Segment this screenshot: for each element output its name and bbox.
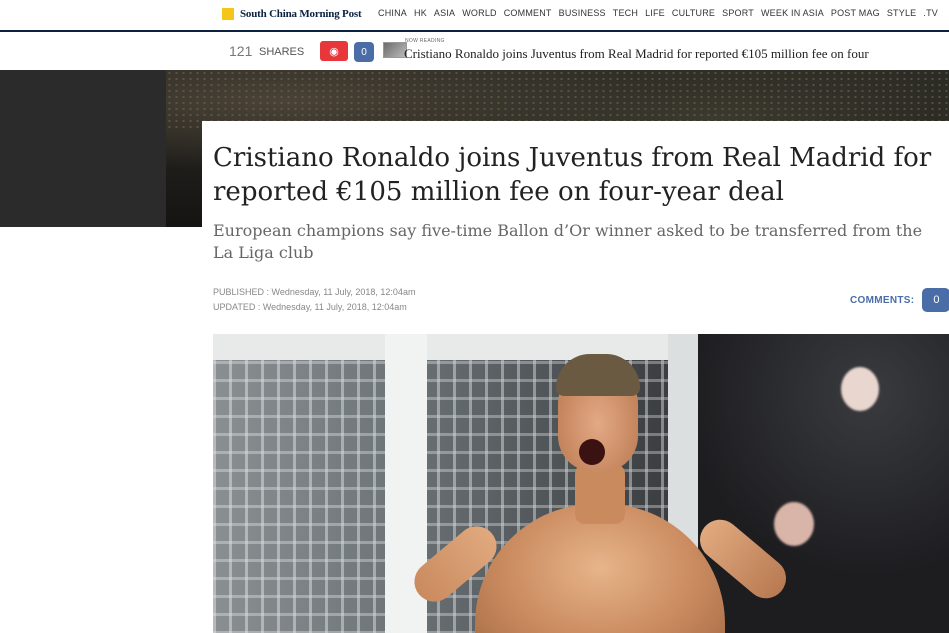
nav-link-tech[interactable]: TECH (613, 8, 638, 18)
stadium-light (841, 367, 879, 411)
updated-date: UPDATED : Wednesday, 11 July, 2018, 12:0… (213, 302, 407, 312)
nav-link-asia[interactable]: ASIA (434, 8, 455, 18)
article-subheadline: European champions say five-time Ballon … (213, 221, 923, 262)
nav-link-sport[interactable]: SPORT (722, 8, 754, 18)
nav-link-style[interactable]: STYLE (887, 8, 917, 18)
comments-count-button[interactable]: 0 (922, 288, 949, 312)
comments-widget[interactable]: COMMENTS: 0 (850, 288, 949, 312)
share-bar: 121 SHARES ◉ 0 NOW READING Cristiano Ron… (0, 32, 949, 71)
now-reading-title[interactable]: Cristiano Ronaldo joins Juventus from Re… (404, 46, 869, 62)
scmp-logo-icon (222, 8, 234, 20)
nav-link-comment[interactable]: COMMENT (504, 8, 552, 18)
published-date: PUBLISHED : Wednesday, 11 July, 2018, 12… (213, 287, 416, 297)
shares-count: 121 (229, 43, 253, 59)
comments-label[interactable]: COMMENTS: (850, 295, 914, 306)
share-comment-count[interactable]: 0 (354, 42, 374, 62)
weibo-icon: ◉ (329, 45, 339, 58)
nav-link-week-in-asia[interactable]: WEEK IN ASIA (761, 8, 824, 18)
player-neck (575, 464, 625, 524)
goal-crossbar (213, 334, 693, 360)
brand-name: South China Morning Post (240, 8, 362, 20)
article-headline: Cristiano Ronaldo joins Juventus from Re… (213, 143, 932, 207)
player-mouth (579, 439, 605, 465)
left-dark-panel (0, 70, 166, 227)
nav-link-culture[interactable]: CULTURE (672, 8, 715, 18)
nav-link-hk[interactable]: HK (414, 8, 427, 18)
brand-logo[interactable]: South China Morning Post (222, 8, 362, 20)
section-links: CHINA HK ASIA WORLD COMMENT BUSINESS TEC… (378, 8, 938, 18)
nav-link-business[interactable]: BUSINESS (559, 8, 606, 18)
nav-link-tv[interactable]: .TV (923, 8, 938, 18)
article-card: Cristiano Ronaldo joins Juventus from Re… (202, 121, 949, 633)
nav-link-world[interactable]: WORLD (462, 8, 497, 18)
nav-link-life[interactable]: LIFE (645, 8, 665, 18)
weibo-share-button[interactable]: ◉ (320, 41, 348, 61)
stadium-light (774, 502, 814, 546)
article-photo (213, 334, 949, 633)
stadium-crowd (683, 334, 949, 633)
top-navigation: South China Morning Post CHINA HK ASIA W… (0, 0, 949, 28)
shares-label: SHARES (259, 46, 305, 58)
article-dates: PUBLISHED : Wednesday, 11 July, 2018, 12… (213, 285, 415, 315)
nav-link-china[interactable]: CHINA (378, 8, 407, 18)
now-reading-label: NOW READING (405, 38, 445, 44)
nav-link-post-mag[interactable]: POST MAG (831, 8, 880, 18)
